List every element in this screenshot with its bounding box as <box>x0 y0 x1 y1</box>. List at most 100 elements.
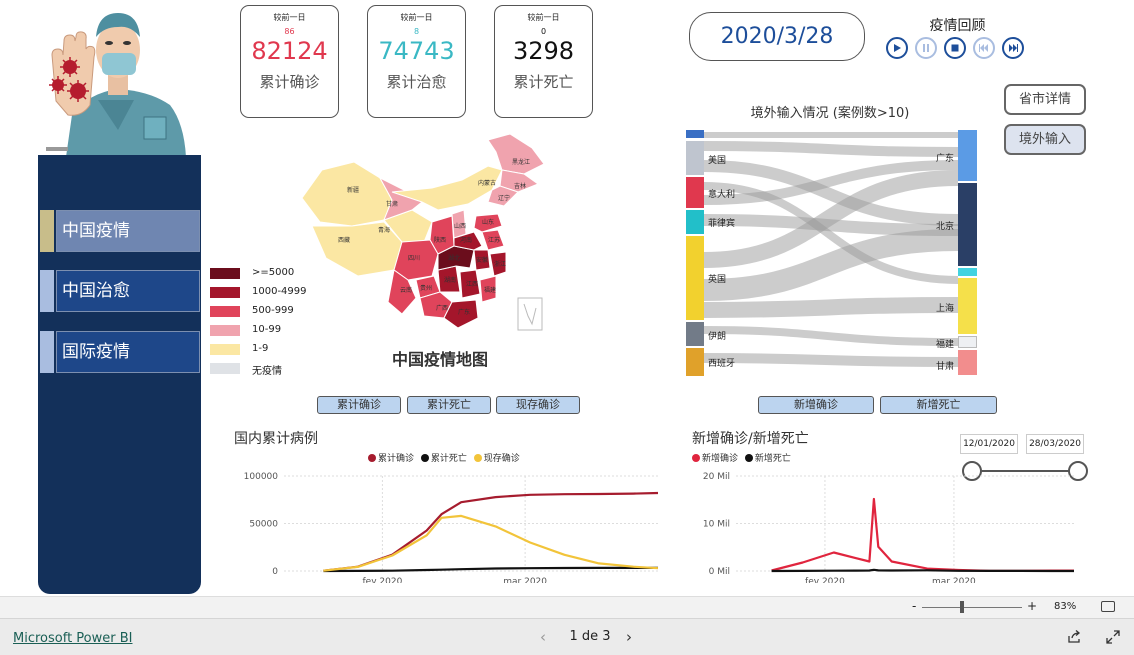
legend-label: 1-9 <box>252 343 269 354</box>
svg-text:湖南: 湖南 <box>444 276 456 284</box>
svg-text:广西: 广西 <box>436 304 448 312</box>
current-date: 2020/3/28 <box>689 12 865 61</box>
kpi-value: 82124 <box>251 37 328 65</box>
nav-label: 中国治愈 <box>56 270 200 312</box>
svg-text:内蒙古: 内蒙古 <box>478 179 496 187</box>
x-tick-label: fev 2020 <box>805 577 845 583</box>
svg-text:浙江: 浙江 <box>494 260 506 268</box>
nav-marker <box>40 210 54 252</box>
daily-cases-chart[interactable]: 0 Mil 10 Mil 20 Mil fev 2020 mar 2020 <box>684 465 1076 583</box>
sankey-source-node[interactable] <box>686 177 704 208</box>
kpi-recovered[interactable]: 较前一日 8 74743 累计治愈 <box>367 5 466 118</box>
y-tick-label: 100000 <box>244 472 279 482</box>
legend-label: 10-99 <box>252 324 282 335</box>
sankey-target-node[interactable] <box>958 268 977 276</box>
zoom-out-button[interactable]: - <box>912 599 916 613</box>
nav-marker <box>40 270 54 312</box>
sankey-source-label: 伊朗 <box>708 332 727 342</box>
play-icon <box>894 44 901 52</box>
imported-cases-button[interactable]: 境外输入 <box>1004 124 1086 155</box>
previous-button[interactable] <box>973 37 995 59</box>
slicer-cumulative-deaths[interactable]: 累计死亡 <box>407 396 491 414</box>
sankey-target-node[interactable] <box>958 183 977 266</box>
date-range-end[interactable]: 28/03/2020 <box>1026 434 1084 454</box>
svg-text:福建: 福建 <box>484 286 496 294</box>
date-range-start[interactable]: 12/01/2020 <box>960 434 1018 454</box>
slicer-active-confirmed[interactable]: 现存确诊 <box>496 396 580 414</box>
sankey-target-node[interactable] <box>958 278 977 334</box>
pause-icon <box>923 44 929 52</box>
svg-text:吉林: 吉林 <box>514 182 526 190</box>
nav-china-epidemic[interactable]: 中国疫情 <box>40 210 200 252</box>
y-tick-label: 50000 <box>249 520 278 530</box>
kpi-confirmed[interactable]: 较前一日 86 82124 累计确诊 <box>240 5 339 118</box>
kpi-label: 累计死亡 <box>513 73 574 91</box>
slicer-cumulative-confirmed[interactable]: 累计确诊 <box>317 396 401 414</box>
legend-label: 新增死亡 <box>754 454 791 464</box>
sankey-target-node[interactable] <box>958 336 977 348</box>
share-icon[interactable] <box>1067 629 1082 648</box>
nav-international[interactable]: 国际疫情 <box>40 331 200 373</box>
nav-marker <box>40 331 54 373</box>
kpi-value: 3298 <box>512 37 575 65</box>
kpi-delta: 8 <box>413 27 420 36</box>
power-bi-link[interactable]: Microsoft Power BI <box>13 631 132 646</box>
slicer-new-confirmed[interactable]: 新增确诊 <box>758 396 874 414</box>
kpi-label: 累计确诊 <box>259 73 320 91</box>
svg-text:安徽: 安徽 <box>476 256 488 264</box>
legend-label: 现存确诊 <box>483 454 520 464</box>
legend-label: 新增确诊 <box>702 454 739 464</box>
svg-text:湖北: 湖北 <box>448 254 460 262</box>
sankey-target-node[interactable] <box>958 350 977 375</box>
sankey-target-node[interactable] <box>958 130 977 181</box>
sankey-source-node[interactable] <box>686 210 704 234</box>
slicer-new-deaths[interactable]: 新增死亡 <box>880 396 997 414</box>
legend-swatch <box>210 268 240 279</box>
stop-button[interactable] <box>944 37 966 59</box>
sankey-target-label: 甘肃 <box>936 362 955 372</box>
x-tick-label: mar 2020 <box>932 577 976 583</box>
sankey-source-node[interactable] <box>686 236 704 320</box>
pause-button[interactable] <box>915 37 937 59</box>
svg-text:山西: 山西 <box>454 222 466 230</box>
sankey-source-node[interactable] <box>686 348 704 376</box>
svg-text:江苏: 江苏 <box>488 236 500 244</box>
play-button[interactable] <box>886 37 908 59</box>
sankey-source-node[interactable] <box>686 130 704 138</box>
province-detail-button[interactable]: 省市详情 <box>1004 84 1086 115</box>
nav-china-recovered[interactable]: 中国治愈 <box>40 270 200 312</box>
report-canvas: 中国疫情 中国治愈 国际疫情 较前一日 86 82124 累计确诊 较前一日 8… <box>0 0 1134 596</box>
sankey-target-label: 上海 <box>936 304 955 314</box>
sankey-source-node[interactable] <box>686 141 704 175</box>
skip-back-icon <box>979 44 988 52</box>
series-line-新增确诊 <box>771 497 1074 573</box>
series-line-现存确诊 <box>323 514 659 572</box>
south-sea-inset <box>517 297 543 331</box>
legend-swatch <box>210 325 240 336</box>
cumulative-cases-chart[interactable]: 0 50000 100000 fev 2020 mar 2020 <box>226 465 662 583</box>
legend-label: 1000-4999 <box>252 286 307 297</box>
svg-text:江西: 江西 <box>466 281 478 288</box>
y-tick-label: 0 Mil <box>709 567 730 577</box>
sankey-source-label: 英国 <box>708 275 727 285</box>
fullscreen-icon[interactable] <box>1106 629 1120 648</box>
svg-text:青海: 青海 <box>378 226 390 234</box>
sidebar: 中国疫情 中国治愈 国际疫情 <box>38 155 201 594</box>
kpi-label: 累计治愈 <box>386 73 447 91</box>
zoom-slider-track[interactable] <box>922 607 1022 608</box>
next-button[interactable] <box>1002 37 1024 59</box>
fit-to-page-icon[interactable] <box>1101 601 1115 612</box>
sankey-source-label: 西班牙 <box>708 359 736 369</box>
kpi-deaths[interactable]: 较前一日 0 3298 累计死亡 <box>494 5 593 118</box>
y-tick-label: 0 <box>272 567 278 577</box>
sankey-source-label: 意大利 <box>708 190 736 200</box>
zoom-in-button[interactable]: + <box>1027 599 1037 613</box>
kpi-delta: 86 <box>284 27 295 36</box>
svg-text:云南: 云南 <box>400 286 412 294</box>
next-page-button[interactable]: › <box>626 628 632 646</box>
imported-cases-sankey[interactable] <box>686 130 978 378</box>
legend-dot <box>420 454 429 462</box>
zoom-slider-handle[interactable] <box>960 601 964 613</box>
sankey-source-node[interactable] <box>686 322 704 346</box>
china-map[interactable]: 新疆 西藏 青海 甘肃 内蒙古 黑龙江 吉林 辽宁 山西 陕西 四川 云南 贵州 广西 广东 湖南 湖… <box>292 130 560 345</box>
